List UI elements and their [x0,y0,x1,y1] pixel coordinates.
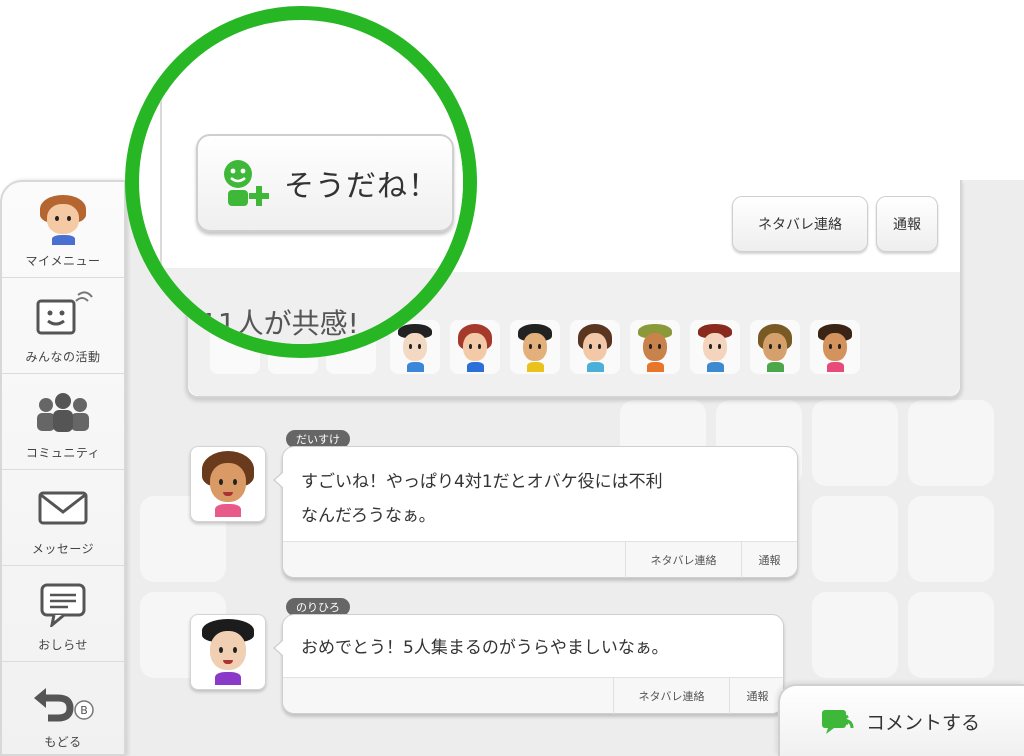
comment-text: すごいね！やっぱり4対1だとオバケ役には不利 なんだろうなぁ。 [301,465,663,533]
comment-bubble: おめでとう！5人集まるのがうらやましいなぁ。 ネタバレ連絡 通報 [273,614,785,714]
report-button[interactable]: 通報 [876,196,938,252]
sidebar-item-label: みんなの活動 [25,350,101,364]
comment-text-line: すごいね！やっぱり4対1だとオバケ役には不利 [301,472,663,492]
comment-reply-icon [822,710,854,734]
sidebar-item-label: コミュニティ [25,446,101,460]
comment-spoiler-button[interactable]: ネタバレ連絡 [613,678,729,714]
sidebar-item-label: もどる [44,735,82,749]
envelope-icon [38,491,88,525]
back-arrow-icon: B [34,688,94,722]
sidebar-item-messages[interactable]: メッセージ [2,470,124,566]
mii-avatar[interactable] [630,320,680,374]
b-button-badge: B [80,704,88,717]
mii-avatar[interactable] [510,320,560,374]
zoom-highlight-ring: そうだね！ 11人が共感! [125,6,477,358]
comment-footer: ネタバレ連絡 通報 [283,677,785,714]
comment-report-button[interactable]: 通報 [729,678,785,714]
mii-avatar[interactable] [570,320,620,374]
sidebar-item-label: おしらせ [38,638,88,652]
mii-avatar[interactable] [690,320,740,374]
comment-report-button[interactable]: 通報 [741,542,797,578]
empathy-count: 11人が共感! [200,307,359,340]
comment-bubble: すごいね！やっぱり4対1だとオバケ役には不利 なんだろうなぁ。 ネタバレ連絡 通… [273,446,798,578]
sidebar-item-activity[interactable]: みんなの活動 [2,278,124,374]
community-icon [37,393,89,432]
back-button[interactable]: B もどる [2,662,124,756]
comment-text-line: おめでとう！5人集まるのがうらやましいなぁ。 [301,638,669,658]
comment-avatar[interactable] [190,446,266,522]
spoiler-report-button[interactable]: ネタバレ連絡 [732,196,868,252]
sidebar-item-label: メッセージ [31,542,95,556]
report-label: 通報 [893,217,921,233]
sidebar-item-my-menu[interactable]: マイメニュー [2,182,124,278]
notification-icon [40,583,86,627]
mii-avatar[interactable] [810,320,860,374]
post-comment-button[interactable]: コメントする [778,684,1024,756]
yeah-button[interactable]: そうだね！ [196,134,454,232]
sidebar-item-notifications[interactable]: おしらせ [2,566,124,662]
comment-avatar[interactable] [190,614,266,690]
comment-spoiler-button[interactable]: ネタバレ連絡 [625,542,741,578]
spoiler-report-label: ネタバレ連絡 [758,217,842,233]
mii-avatar[interactable] [750,320,800,374]
comment-footer: ネタバレ連絡 通報 [283,541,797,578]
yeah-mii-plus-icon [224,160,269,206]
yeah-label: そうだね！ [284,169,439,204]
post-comment-label: コメントする [866,711,981,734]
sidebar: マイメニュー みんなの活動 コミュニティ メッセージ おしらせ B もどる [0,180,126,756]
activity-feed-icon [36,291,93,335]
comment-text-line: なんだろうなぁ。 [301,506,436,526]
sidebar-item-label: マイメニュー [25,254,101,268]
comment-text: おめでとう！5人集まるのがうらやましいなぁ。 [301,631,668,665]
mii-avatar-icon [40,195,86,245]
sidebar-item-community[interactable]: コミュニティ [2,374,124,470]
